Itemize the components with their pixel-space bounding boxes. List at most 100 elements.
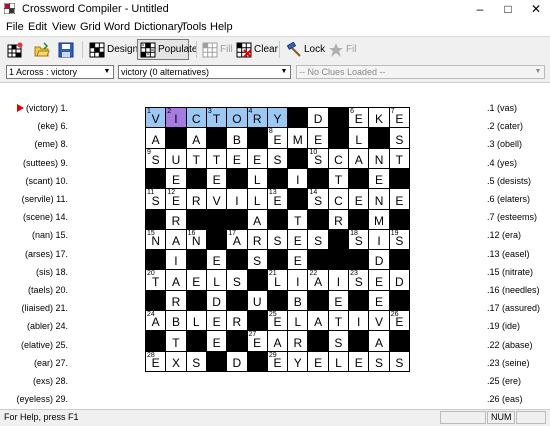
down-clue[interactable]: .26 (eas) <box>487 394 523 404</box>
grid-cell[interactable]: L <box>348 127 370 149</box>
menu-dictionary[interactable]: Dictionary <box>134 21 183 33</box>
grid-cell[interactable]: S <box>307 228 329 251</box>
grid-cell[interactable]: A <box>165 228 187 251</box>
menu-word[interactable]: Word <box>104 21 130 33</box>
maximize-button[interactable]: □ <box>494 0 522 18</box>
grid-cell[interactable]: T <box>185 147 207 169</box>
down-clue[interactable]: .6 (elaters) <box>487 194 530 204</box>
grid-block-cell[interactable] <box>145 208 167 230</box>
grid-block-cell[interactable] <box>226 167 248 190</box>
grid-block-cell[interactable] <box>205 208 228 230</box>
grid-cell[interactable]: E <box>165 167 187 190</box>
grid-block-cell[interactable] <box>388 289 410 312</box>
grid-cell[interactable]: C <box>327 188 350 210</box>
down-clue[interactable]: .13 (easel) <box>487 249 530 259</box>
across-clue[interactable]: (elative) 25. <box>0 340 68 350</box>
grid-cell[interactable]: E <box>327 289 350 312</box>
grid-cell[interactable]: S <box>266 147 289 169</box>
fill-secondary-button[interactable]: Fil <box>328 39 357 60</box>
grid-cell[interactable]: E <box>185 269 207 291</box>
grid-cell[interactable]: T <box>287 208 309 230</box>
grid-cell[interactable]: E <box>348 350 370 372</box>
grid-block-cell[interactable] <box>145 330 167 352</box>
grid-cell[interactable]: X <box>165 350 187 372</box>
grid-block-cell[interactable] <box>266 249 289 271</box>
down-clue[interactable]: .17 (assured) <box>487 303 540 313</box>
grid-cell[interactable]: I <box>287 269 309 291</box>
grid-block-cell[interactable] <box>348 289 370 312</box>
grid-cell[interactable]: A <box>348 147 370 169</box>
grid-cell[interactable]: 19 S <box>388 228 410 251</box>
new-grid-button[interactable] <box>7 39 23 60</box>
open-button[interactable] <box>34 39 50 60</box>
grid-cell[interactable]: L <box>327 350 350 372</box>
menu-grid[interactable]: Grid <box>80 21 101 33</box>
grid-cell[interactable]: E <box>205 330 228 352</box>
grid-cell[interactable]: I <box>368 228 390 251</box>
down-clue[interactable]: .22 (abase) <box>487 340 533 350</box>
minimize-button[interactable]: – <box>466 0 494 18</box>
grid-cell[interactable]: E <box>368 269 390 291</box>
grid-block-cell[interactable] <box>388 249 410 271</box>
populate-button[interactable]: Populate <box>137 39 197 60</box>
crossword-grid[interactable]: 1 V 2 I C 3 T O 4 R Y D 6 E K 7 E A A B 8 E M E L S 9 S U T T E E S 10 S C A N… <box>145 107 410 372</box>
grid-cell[interactable]: R <box>165 208 187 230</box>
grid-cell[interactable]: A <box>368 330 390 352</box>
grid-block-cell[interactable] <box>145 249 167 271</box>
grid-cell[interactable]: E <box>307 350 329 372</box>
grid-cell[interactable]: L <box>246 167 268 190</box>
grid-cell[interactable]: 22 A <box>307 269 329 291</box>
grid-cell[interactable]: 16 N <box>185 228 207 251</box>
grid-cell[interactable]: T <box>388 147 410 169</box>
fill-button[interactable]: Fill <box>202 39 233 60</box>
grid-cell[interactable]: 15 N <box>145 228 167 251</box>
grid-cell[interactable]: A <box>165 269 187 291</box>
across-clue[interactable]: (scant) 10. <box>0 176 68 186</box>
grid-cell[interactable]: Y <box>266 107 289 129</box>
grid-cell[interactable]: R <box>226 310 248 332</box>
grid-cell[interactable]: E <box>388 188 410 210</box>
grid-cell[interactable]: 8E <box>266 127 289 149</box>
grid-cell[interactable]: S <box>185 350 207 372</box>
grid-block-cell[interactable] <box>327 107 350 129</box>
grid-cell[interactable]: A <box>246 208 268 230</box>
grid-cell[interactable]: Y <box>287 350 309 372</box>
grid-cell[interactable]: C <box>185 107 207 129</box>
grid-block-cell[interactable] <box>348 330 370 352</box>
grid-cell[interactable]: E <box>205 167 228 190</box>
menu-edit[interactable]: Edit <box>28 21 47 33</box>
grid-cell[interactable]: D <box>388 269 410 291</box>
grid-block-cell[interactable] <box>368 127 390 149</box>
design-button[interactable]: Design <box>89 39 138 60</box>
grid-cell[interactable]: R <box>246 228 268 251</box>
grid-block-cell[interactable] <box>185 249 207 271</box>
grid-cell[interactable]: E <box>368 167 390 190</box>
grid-cell[interactable]: B <box>226 127 248 149</box>
grid-cell[interactable]: D <box>226 350 248 372</box>
down-clue[interactable]: .16 (needles) <box>487 285 540 295</box>
grid-cell[interactable]: 7E <box>388 107 410 129</box>
grid-cell[interactable]: 9S <box>145 147 167 169</box>
across-clue[interactable]: (taels) 20. <box>0 285 68 295</box>
grid-cell[interactable]: U <box>246 289 268 312</box>
grid-cell[interactable]: 17 A <box>226 228 248 251</box>
grid-cell[interactable]: R <box>165 289 187 312</box>
grid-block-cell[interactable] <box>185 167 207 190</box>
grid-block-cell[interactable] <box>348 167 370 190</box>
across-clue[interactable]: (ear) 27. <box>0 358 68 368</box>
grid-cell[interactable]: E <box>226 147 248 169</box>
grid-cell[interactable]: E <box>205 249 228 271</box>
grid-block-cell[interactable] <box>327 127 350 149</box>
grid-cell[interactable]: E <box>246 147 268 169</box>
across-clue[interactable]: (exs) 28. <box>0 376 68 386</box>
close-button[interactable]: ✕ <box>522 0 550 18</box>
grid-cell[interactable]: 11 S <box>145 188 167 210</box>
grid-cell[interactable]: T <box>165 330 187 352</box>
grid-cell[interactable]: E <box>287 228 309 251</box>
word-select[interactable]: 1 Across : victory ▼ <box>6 65 114 79</box>
lock-button[interactable]: Lock <box>286 39 325 60</box>
grid-block-cell[interactable] <box>287 147 309 169</box>
menu-tools[interactable]: Tools <box>181 21 207 33</box>
grid-cell[interactable]: V <box>205 188 228 210</box>
grid-cell[interactable]: 10 S <box>307 147 329 169</box>
